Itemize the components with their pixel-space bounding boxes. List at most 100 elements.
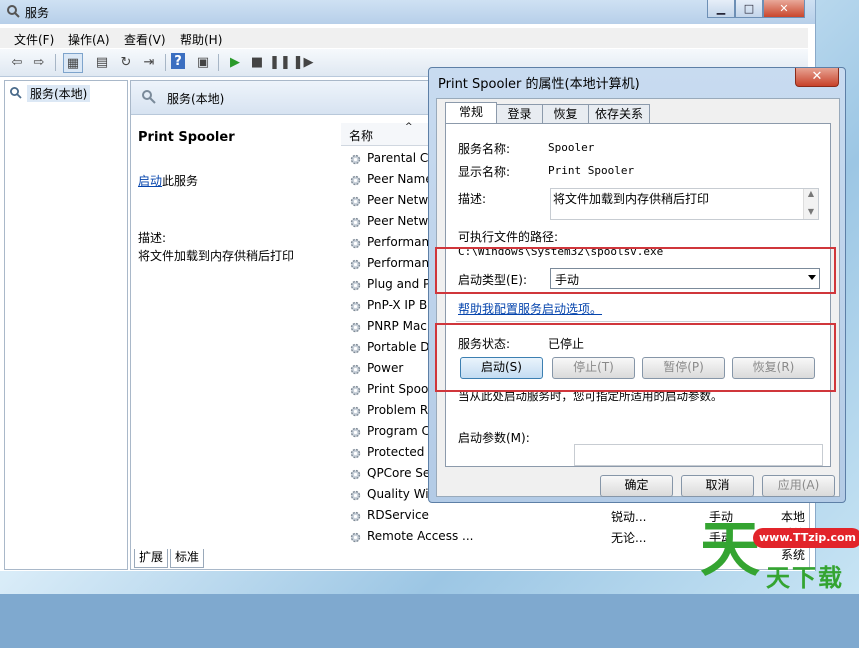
service-gear-icon [350,196,361,207]
toolbar-separator [55,54,56,71]
refresh-icon[interactable]: ↻ [117,53,135,71]
service-gear-icon [350,154,361,165]
start-parameters-input[interactable] [574,444,823,466]
services-header-icon [142,90,156,104]
title-bar[interactable]: 服务 ▁ □ ✕ [0,0,815,24]
service-name-cell: PnP-X IP B [367,298,428,312]
service-name-cell: Remote Access ... [367,529,474,543]
service-name-cell: Peer Name [367,172,433,186]
service-name-label: 服务名称: [458,142,511,156]
service-name-cell: Protected [367,445,425,459]
tab-recovery[interactable]: 恢复 [542,104,589,123]
forward-icon[interactable]: ⇨ [30,53,48,71]
general-tab-panel: 服务名称: Spooler 显示名称: Print Spooler 描述: 将文… [445,123,831,467]
start-service-link[interactable]: 启动 [138,174,162,188]
service-name-cell: QPCore Se [367,466,431,480]
tab-general[interactable]: 常规 [445,102,497,124]
service-name-cell: RDService [367,508,429,522]
service-status-highlight [435,323,836,392]
selected-service-name: Print Spooler [138,130,235,145]
separator [456,321,820,322]
startup-type-highlight [435,247,836,294]
description-text: 将文件加载到内存供稍后打印 [138,249,295,263]
service-name-cell: Quality Wi [367,487,429,501]
service-gear-icon [350,280,361,291]
window-title: 服务 [25,6,50,20]
tree-item-services-local[interactable]: 服务(本地) [27,85,91,102]
display-name-value: Print Spooler [548,164,635,177]
tab-standard[interactable]: 标准 [170,549,205,568]
service-name-cell: Program C [367,424,430,438]
service-gear-icon [350,406,361,417]
help-configure-link[interactable]: 帮助我配置服务启动选项。 [458,300,602,317]
service-desc-cell: 无论... [611,531,647,545]
service-name-cell: Power [367,361,404,375]
menu-action[interactable]: 操作(A) [68,31,110,48]
dialog-close-button[interactable]: ✕ [795,68,839,87]
stop-icon[interactable]: ■ [248,53,266,71]
service-name-cell: PNRP Mac [367,319,427,333]
service-gear-icon [350,532,361,543]
start-service-text: 启动此服务 [138,172,198,189]
view-tabs [261,626,461,648]
view-icon[interactable]: ▣ [194,53,212,71]
menu-help[interactable]: 帮助(H) [180,31,222,48]
service-gear-icon [350,385,361,396]
description-field[interactable]: 将文件加载到内存供稍后打印 ▲ ▼ [550,188,819,220]
service-gear-icon [350,427,361,438]
apply-button[interactable]: 应用(A) [762,475,835,497]
description-value: 将文件加载到内存供稍后打印 [553,192,710,206]
menu-file[interactable]: 文件(F) [14,31,54,48]
properties-icon[interactable]: ▤ [93,53,111,71]
service-name-cell: Parental Co [367,151,433,165]
console-tree: 服务(本地) [4,80,128,570]
toolbar-separator [165,54,166,71]
service-gear-icon [350,175,361,186]
help-icon[interactable]: ? [171,53,185,69]
column-name[interactable]: 名称 [349,127,373,144]
service-gear-icon [350,322,361,333]
menu-view[interactable]: 查看(V) [124,31,166,48]
sort-arrow-icon: ^ [405,122,413,132]
toolbar-separator [218,54,219,71]
minimize-button[interactable]: ▁ [707,0,735,18]
maximize-button[interactable]: □ [735,0,763,18]
start-parameters-label: 启动参数(M): [458,431,530,445]
watermark-url: www.TTzip.com [753,528,859,548]
tab-dependencies[interactable]: 依存关系 [588,104,650,123]
service-name-cell: Performan [367,256,430,270]
start-service-suffix: 此服务 [162,174,199,188]
back-icon[interactable]: ⇦ [8,53,26,71]
service-name-cell: Peer Netwo [367,193,433,207]
ok-button[interactable]: 确定 [600,475,673,497]
executable-path-label: 可执行文件的路径: [458,230,559,244]
dialog-title: Print Spooler 的属性(本地计算机) [438,77,640,92]
pause-icon[interactable]: ❚❚ [269,53,291,71]
service-name-cell: Plug and P [367,277,431,291]
service-name-cell: Performan [367,235,430,249]
tab-extended[interactable]: 扩展 [134,549,169,568]
service-gear-icon [350,301,361,312]
service-gear-icon [350,343,361,354]
start-icon[interactable]: ▶ [226,53,244,71]
watermark-text: 天下载 [766,564,844,592]
service-name-cell: Print Spoo [367,382,429,396]
service-name-cell: Problem R [367,403,429,417]
service-gear-icon [350,469,361,480]
console-tree-icon[interactable]: ▦ [63,53,83,73]
menu-bar: 文件(F) 操作(A) 查看(V) 帮助(H) [0,28,808,48]
service-name-value: Spooler [548,141,595,154]
service-gear-icon [350,364,361,375]
bottom-tabs-bar: 扩展 标准 [130,547,350,569]
description-scrollbar[interactable]: ▲ ▼ [803,189,818,219]
service-gear-icon [350,448,361,459]
restart-icon[interactable]: ❚▶ [293,53,314,71]
cancel-button[interactable]: 取消 [681,475,754,497]
service-gear-icon [350,259,361,270]
export-icon[interactable]: ⇥ [140,53,158,71]
close-button[interactable]: ✕ [763,0,805,18]
tab-logon[interactable]: 登录 [496,104,543,123]
service-gear-icon [350,490,361,501]
services-app-icon [7,5,20,18]
service-desc-cell: 锐动... [611,510,647,524]
